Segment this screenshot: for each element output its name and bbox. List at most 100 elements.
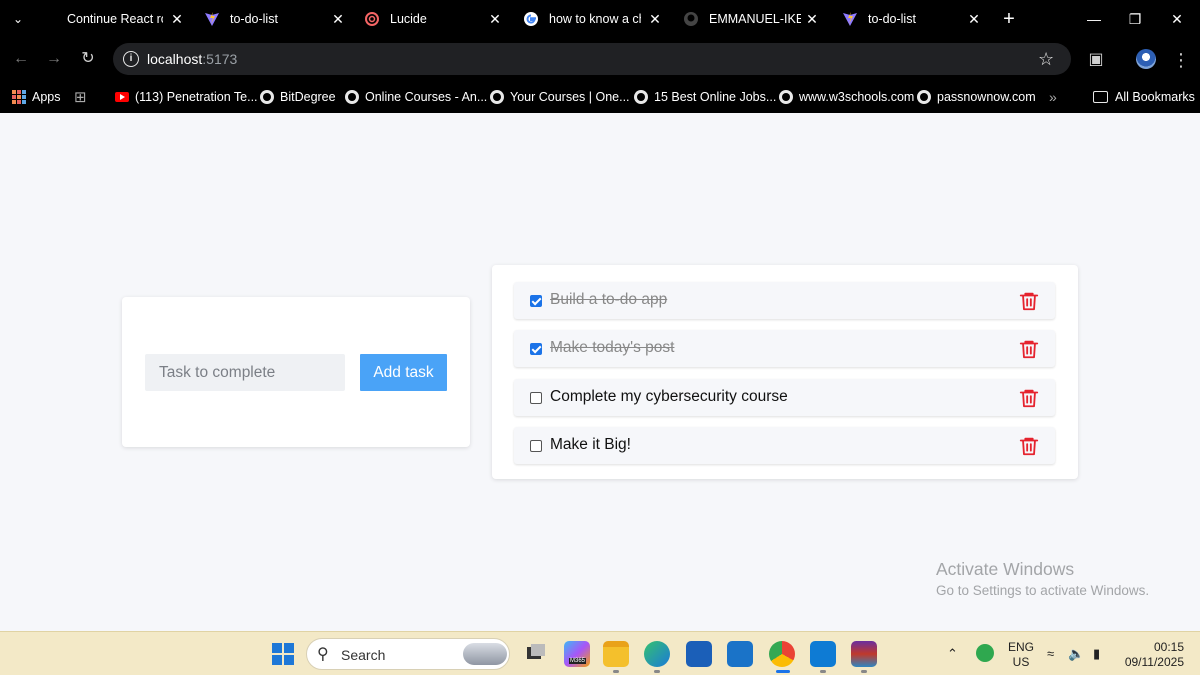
taskbar-search[interactable]: ⚲ Search [306,638,510,670]
edge-icon[interactable] [644,641,670,667]
trash-icon[interactable] [1018,434,1040,458]
back-arrow-icon[interactable]: ← [11,49,31,69]
battery-icon[interactable]: ▮ [1093,646,1100,662]
task-checkbox[interactable] [530,343,542,355]
watermark-title: Activate Windows [936,559,1075,579]
bookmark-passnownow[interactable]: passnownow.com [917,87,1036,107]
globe-icon [917,90,931,104]
bookmark-your-courses[interactable]: Your Courses | One... [490,87,630,107]
task-input[interactable] [145,354,345,391]
tab-groups-icon[interactable]: ⊞ [74,87,87,107]
tab-to-do-list-1[interactable]: to-do-list ✕ [204,0,354,38]
windows-start-icon[interactable] [270,641,296,667]
bookmark-w3schools[interactable]: www.w3schools.com [779,87,914,107]
trash-icon[interactable] [1018,337,1040,361]
browser-toolbar: ← → ↻ i localhost:5173 ☆ ▣ ⋮ [0,38,1200,81]
url-port: :5173 [202,51,238,67]
m365-label: M365 [569,658,587,664]
tab-close-icon[interactable]: ✕ [486,10,504,28]
task-item: Make today's post [514,330,1055,367]
restore-icon[interactable]: ❐ [1124,8,1146,30]
bookmark-label: passnownow.com [937,90,1036,104]
windows-taskbar: ⚲ Search M365 ⌃ ENG US ≈ 🔈 ▮ 00:15 09/11… [0,631,1200,675]
tab-to-do-list-active[interactable]: to-do-list ✕ [842,0,987,38]
task-view-icon[interactable] [523,641,549,667]
running-indicator [654,670,660,673]
running-indicator [820,670,826,673]
chrome-icon[interactable] [769,641,795,667]
microsoft-365-icon[interactable]: M365 [564,641,590,667]
profile-avatar[interactable] [1136,49,1156,69]
task-list-card: Build a to-do app Make today's post Comp… [492,265,1078,479]
bookmark-label: Apps [32,90,61,104]
minimize-icon[interactable]: — [1083,8,1105,30]
bookmark-label: Your Courses | One... [510,90,630,104]
tab-github[interactable]: EMMANUEL-IKECH ✕ [683,0,828,38]
task-checkbox[interactable] [530,440,542,452]
bookmark-penetration[interactable]: (113) Penetration Te... [115,87,258,107]
url-host: localhost [147,51,203,67]
globe-icon [345,90,359,104]
apps-grid-icon [12,90,26,104]
extensions-puzzle-icon[interactable]: ▣ [1085,49,1107,71]
trash-icon[interactable] [1018,289,1040,313]
wifi-icon[interactable]: ≈ [1047,646,1054,661]
system-clock[interactable]: 00:15 09/11/2025 [1118,640,1184,670]
bookmark-label: Online Courses - An... [365,90,488,104]
tab-title: to-do-list [230,12,278,26]
more-bookmarks-chevron[interactable]: » [1049,87,1057,107]
tab-title: Lucide [390,12,427,26]
task-checkbox[interactable] [530,392,542,404]
tab-close-icon[interactable]: ✕ [168,10,186,28]
task-item: Complete my cybersecurity course [514,379,1055,416]
window-close-icon[interactable]: ✕ [1166,8,1188,30]
bookmark-online-jobs[interactable]: 15 Best Online Jobs... [634,87,776,107]
bookmark-apps[interactable]: Apps [12,87,61,107]
reload-icon[interactable]: ↻ [78,49,98,69]
all-bookmarks[interactable]: All Bookmarks [1093,87,1195,107]
bookmark-online-courses[interactable]: Online Courses - An... [345,87,487,107]
youtube-icon [115,92,129,102]
globe-icon [490,90,504,104]
winrar-icon[interactable] [851,641,877,667]
clock-date: 09/11/2025 [1124,655,1184,669]
tab-google-search[interactable]: how to know a che ✕ [523,0,668,38]
address-bar[interactable]: i localhost:5173 ☆ [113,43,1071,75]
file-explorer-icon[interactable] [603,641,629,667]
tab-close-icon[interactable]: ✕ [965,10,983,28]
tab-continue-react[interactable]: Continue React roa ✕ [67,0,187,38]
menu-kebab-icon[interactable]: ⋮ [1170,49,1192,71]
bookmark-label: BitDegree [280,90,336,104]
outlook-icon[interactable] [727,641,753,667]
task-text: Build a to-do app [550,291,668,308]
globe-icon [634,90,648,104]
site-info-icon[interactable]: i [123,51,139,67]
tab-search-chevron-icon[interactable]: ⌄ [8,9,28,29]
input-language[interactable]: ENG US [1008,640,1034,670]
task-checkbox[interactable] [530,295,542,307]
bookmark-star-icon[interactable]: ☆ [1038,49,1054,69]
bookmark-label: www.w3schools.com [799,90,915,104]
bookmarks-bar: Apps ⊞ (113) Penetration Te... BitDegree… [0,81,1200,113]
volume-icon[interactable]: 🔈 [1068,646,1084,662]
trash-icon[interactable] [1018,386,1040,410]
security-status-icon[interactable] [976,644,994,662]
new-tab-plus-icon[interactable]: + [998,8,1020,30]
task-item: Make it Big! [514,427,1055,464]
tab-close-icon[interactable]: ✕ [646,10,664,28]
tab-close-icon[interactable]: ✕ [803,10,821,28]
microsoft-store-icon[interactable] [686,641,712,667]
tab-title: Continue React roa [67,12,163,26]
tab-lucide[interactable]: Lucide ✕ [364,0,514,38]
search-label: Search [341,647,386,663]
tab-close-icon[interactable]: ✕ [329,10,347,28]
tray-chevron-up-icon[interactable]: ⌃ [947,646,958,662]
add-task-button[interactable]: Add task [360,354,447,391]
forward-arrow-icon[interactable]: → [44,49,64,69]
lucide-icon [365,12,379,26]
lang-code: ENG [1008,640,1035,654]
vscode-icon[interactable] [810,641,836,667]
bookmark-bitdegree[interactable]: BitDegree [260,87,336,107]
tab-strip: ⌄ Continue React roa ✕ to-do-list ✕ Luci… [0,0,1200,38]
task-form-card: Add task [122,297,470,447]
